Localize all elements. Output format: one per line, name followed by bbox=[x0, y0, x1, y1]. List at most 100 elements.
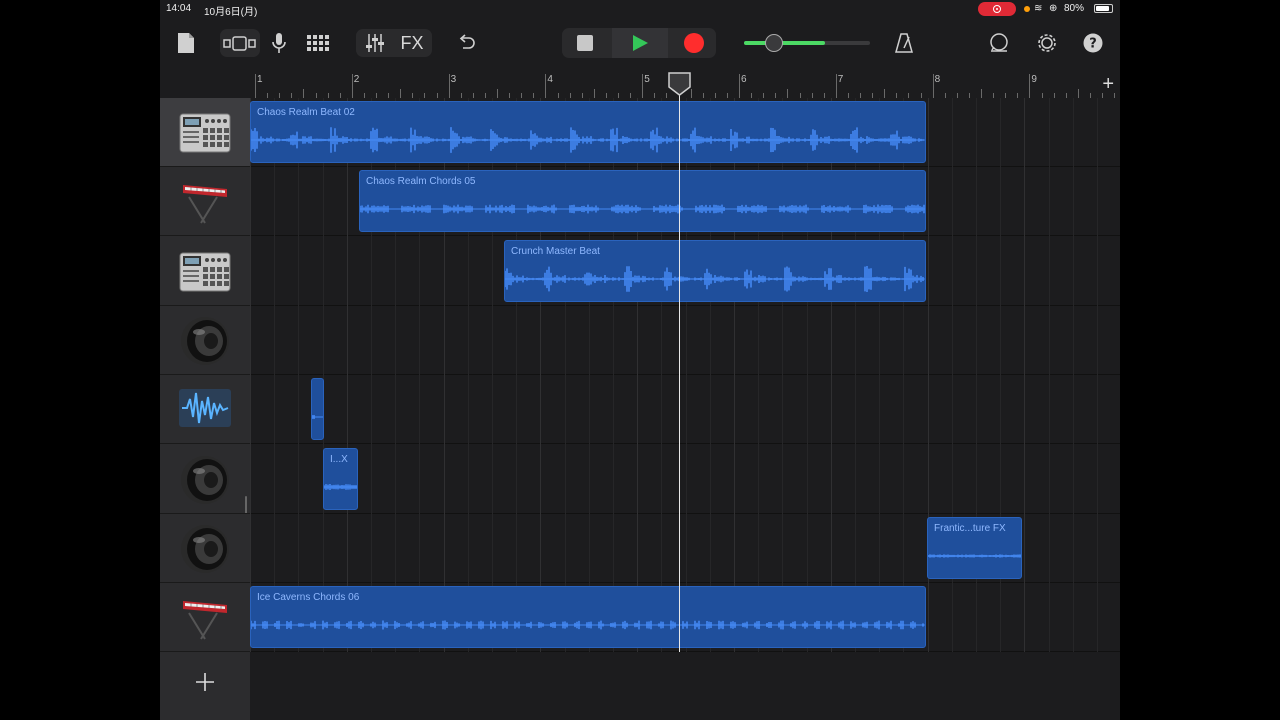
grid-line bbox=[250, 98, 251, 652]
mixer-button[interactable] bbox=[360, 29, 390, 57]
bar-number: 7 bbox=[837, 74, 844, 85]
battery-percent: 80% bbox=[1064, 3, 1085, 14]
track-header-8[interactable] bbox=[160, 583, 250, 653]
beat-tick bbox=[497, 89, 498, 98]
sliders-icon bbox=[366, 34, 384, 52]
beat-tick bbox=[593, 89, 595, 98]
beat-tick bbox=[787, 89, 789, 98]
svg-text:?: ? bbox=[1089, 37, 1097, 52]
playhead-handle[interactable] bbox=[668, 72, 691, 96]
grid-icon bbox=[307, 35, 329, 51]
grid-line bbox=[1048, 98, 1050, 652]
bar-number: 5 bbox=[644, 74, 650, 85]
beat-tick bbox=[1077, 89, 1079, 98]
plus-icon bbox=[196, 673, 214, 691]
document-icon bbox=[178, 33, 194, 53]
status-time: 14:04 bbox=[166, 3, 192, 14]
bar-tick bbox=[351, 74, 353, 98]
drum-machine-icon bbox=[179, 252, 231, 292]
region-label: Crunch Master Beat bbox=[511, 245, 600, 257]
grid-line bbox=[1097, 98, 1098, 652]
keyboard-icon bbox=[183, 185, 227, 224]
track-header-7[interactable] bbox=[160, 514, 250, 583]
screen-record-indicator bbox=[978, 2, 1016, 16]
keyboard-icon bbox=[183, 601, 227, 640]
waveform bbox=[324, 483, 357, 490]
audio-region[interactable]: Chaos Realm Beat 02 bbox=[250, 101, 926, 163]
region-label: Frantic...ture FX bbox=[934, 522, 1006, 534]
undo-button[interactable] bbox=[452, 29, 480, 57]
speaker-icon bbox=[181, 316, 229, 365]
help-icon: ? bbox=[1083, 33, 1103, 53]
add-section-button[interactable]: + bbox=[1102, 74, 1114, 94]
grid-line bbox=[274, 98, 276, 652]
drum-machine-icon bbox=[179, 113, 231, 153]
region-label: Ice Caverns Chords 06 bbox=[257, 592, 360, 604]
settings-button[interactable] bbox=[1034, 29, 1060, 57]
bar-tick bbox=[739, 74, 740, 98]
garageband-app: 14:04 10月6日(月) ≋ ⊕ 80% FX ? + 1 2 3 4 5 … bbox=[160, 0, 1120, 720]
audio-region[interactable]: Frantic...ture FX bbox=[927, 516, 1022, 579]
track-header-2[interactable] bbox=[160, 167, 250, 237]
transport-controls bbox=[562, 28, 716, 58]
master-volume-slider[interactable] bbox=[744, 34, 870, 52]
battery-icon bbox=[1094, 4, 1113, 13]
add-track-button[interactable] bbox=[160, 652, 250, 712]
grid-line bbox=[346, 98, 348, 652]
bar-number: 2 bbox=[353, 74, 360, 85]
track-header-1[interactable] bbox=[160, 98, 250, 167]
track-header-5[interactable] bbox=[160, 375, 250, 445]
beat-tick bbox=[303, 89, 305, 98]
stop-button[interactable] bbox=[577, 35, 593, 51]
audio-region[interactable] bbox=[311, 378, 324, 441]
audio-region[interactable]: Crunch Master Beat bbox=[504, 239, 926, 302]
help-button[interactable]: ? bbox=[1082, 29, 1104, 57]
volume-fill bbox=[744, 41, 825, 45]
grid-line bbox=[322, 98, 324, 652]
metronome-icon bbox=[895, 33, 913, 53]
play-button[interactable] bbox=[612, 28, 668, 58]
track-headers bbox=[160, 98, 250, 720]
bar-number: 8 bbox=[934, 74, 941, 85]
live-loops-button[interactable] bbox=[302, 29, 334, 57]
track-header-4[interactable] bbox=[160, 306, 250, 375]
track-header-3[interactable] bbox=[160, 237, 250, 306]
metronome-button[interactable] bbox=[892, 29, 916, 57]
loop-icon bbox=[990, 33, 1008, 52]
bar-tick bbox=[255, 74, 256, 98]
microphone-icon bbox=[272, 33, 286, 53]
fx-button[interactable]: FX bbox=[396, 29, 428, 57]
beat-tick bbox=[884, 89, 886, 98]
bar-number: 3 bbox=[450, 74, 457, 85]
control-bar: FX ? bbox=[160, 20, 1120, 66]
region-label: I...X bbox=[330, 453, 348, 465]
grid-line bbox=[1072, 98, 1074, 652]
browser-icon bbox=[223, 36, 256, 51]
mic-in-use-dot bbox=[1024, 6, 1030, 12]
wifi-icon: ≋ bbox=[1034, 3, 1043, 14]
bar-tick bbox=[642, 74, 644, 98]
bar-number: 4 bbox=[547, 74, 553, 85]
loop-browser-button[interactable] bbox=[986, 29, 1012, 57]
record-button[interactable] bbox=[684, 33, 704, 53]
waveform bbox=[505, 265, 925, 292]
status-date: 10月6日(月) bbox=[204, 7, 258, 18]
bar-tick bbox=[932, 74, 934, 98]
browser-button[interactable] bbox=[220, 29, 260, 57]
audio-region[interactable]: I...X bbox=[323, 447, 358, 510]
grid-line bbox=[1024, 98, 1026, 652]
speaker-icon bbox=[181, 455, 229, 504]
audio-region[interactable]: Chaos Realm Chords 05 bbox=[359, 170, 926, 233]
track-header-6[interactable] bbox=[160, 445, 250, 514]
my-songs-button[interactable] bbox=[174, 29, 198, 57]
status-bar: 14:04 10月6日(月) ≋ ⊕ 80% bbox=[160, 0, 1120, 18]
tracks-area[interactable]: Chaos Realm Beat 02 Chaos Realm Chords 05… bbox=[250, 98, 1120, 720]
volume-knob[interactable] bbox=[764, 34, 783, 52]
microphone-button[interactable] bbox=[264, 29, 294, 57]
gear-icon bbox=[1038, 34, 1056, 52]
waveform bbox=[928, 554, 1021, 558]
undo-icon bbox=[459, 34, 475, 49]
audio-recorder-icon bbox=[179, 389, 231, 428]
beat-tick bbox=[400, 89, 402, 98]
audio-region[interactable]: Ice Caverns Chords 06 bbox=[250, 586, 926, 649]
